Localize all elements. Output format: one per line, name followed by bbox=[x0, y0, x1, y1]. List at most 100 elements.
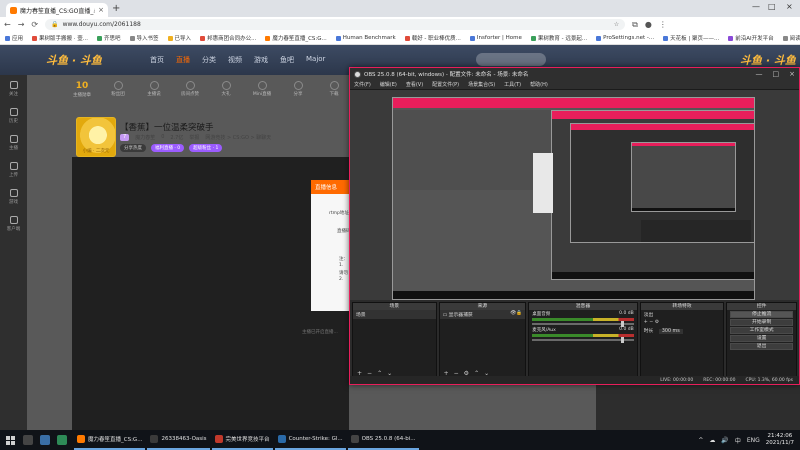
volume-slider[interactable] bbox=[532, 337, 634, 343]
room-tag[interactable]: 分享热度 bbox=[120, 144, 146, 152]
task-view-icon[interactable] bbox=[40, 435, 50, 445]
close-button[interactable]: × bbox=[786, 2, 793, 11]
nvidia-icon[interactable] bbox=[57, 435, 67, 445]
douyu-nav-item[interactable]: 首页 bbox=[150, 55, 164, 65]
bookmark-item[interactable]: ProSettings.net -... bbox=[596, 35, 654, 41]
streamer-name[interactable]: 魔力春笙 bbox=[135, 134, 155, 141]
bookmark-item[interactable]: 应用 bbox=[5, 34, 23, 42]
douyu-nav-item[interactable]: 直播 bbox=[176, 55, 190, 65]
room-tool[interactable]: 大礼 bbox=[214, 81, 238, 98]
bookmark-item[interactable]: 阅读列表 bbox=[782, 34, 800, 42]
bookmark-item[interactable]: 载好 - 职业棒优质... bbox=[404, 34, 461, 42]
forward-icon[interactable]: → bbox=[18, 20, 25, 29]
clock[interactable]: 21:42:06 2021/11/7 bbox=[766, 433, 794, 447]
search-icon[interactable] bbox=[23, 435, 33, 445]
sidebar-item[interactable]: 主播 bbox=[0, 129, 27, 156]
source-item[interactable]: ▭ 显示器捕获 👁🔒 bbox=[439, 310, 526, 319]
visibility-icon[interactable]: 👁🔒 bbox=[510, 311, 522, 316]
douyu-nav-item[interactable]: Major bbox=[306, 55, 325, 65]
room-tool[interactable]: 房间点赞 bbox=[178, 81, 202, 98]
obs-menu-item[interactable]: 查看(V) bbox=[406, 81, 423, 88]
obs-minimize-button[interactable]: — bbox=[756, 70, 763, 78]
bookmark-item[interactable]: 齐思吧 bbox=[97, 34, 121, 42]
room-tool[interactable]: Mini直播 bbox=[250, 81, 274, 98]
streamer-avatar[interactable]: 小编 · 二次元 bbox=[76, 117, 116, 157]
obs-menu-item[interactable]: 场景集合(S) bbox=[468, 81, 495, 88]
room-category[interactable]: 网游竞技 > CS:GO > 聊聊天 bbox=[205, 134, 271, 141]
bookmark-item[interactable]: Insforter | Home bbox=[469, 35, 522, 41]
video-player[interactable] bbox=[72, 157, 349, 430]
transition-type-select[interactable]: 淡出 bbox=[641, 310, 724, 319]
report-link[interactable]: 举报 bbox=[189, 134, 199, 141]
bookmark-item[interactable]: 前沿AI开发平台 bbox=[728, 34, 774, 42]
profile-icon[interactable]: ● bbox=[645, 20, 652, 29]
obs-maximize-button[interactable]: □ bbox=[773, 70, 780, 78]
tab-close-icon[interactable]: × bbox=[98, 6, 104, 14]
room-tool[interactable]: 粉丝团 bbox=[106, 81, 130, 98]
back-icon[interactable]: ← bbox=[4, 20, 11, 29]
stop-streaming-button[interactable]: 停止推流 bbox=[730, 311, 793, 318]
douyu-nav-item[interactable]: 分类 bbox=[202, 55, 216, 65]
duration-input[interactable]: 300 ms bbox=[658, 329, 683, 334]
sidebar-item[interactable]: 游戏 bbox=[0, 183, 27, 210]
add-transition-button[interactable]: + bbox=[644, 320, 648, 325]
windows-start-icon[interactable] bbox=[6, 435, 15, 445]
studio-mode-button[interactable]: 工作室模式 bbox=[730, 327, 793, 334]
start-recording-button[interactable]: 开始录制 bbox=[730, 319, 793, 326]
taskbar-app[interactable]: 完美世界竞技平台 bbox=[211, 430, 273, 450]
address-bar[interactable]: 🔒 www.douyu.com/2061188 ☆ bbox=[45, 19, 626, 30]
sidebar-item[interactable]: 客户端 bbox=[0, 210, 27, 237]
taskbar-app[interactable]: 26338463-Oasis bbox=[147, 430, 210, 450]
obs-menu-item[interactable]: 文件(F) bbox=[354, 81, 371, 88]
room-tool[interactable]: 下载 bbox=[322, 81, 346, 98]
bookmark-item[interactable]: 导入书签 bbox=[129, 34, 159, 42]
bookmark-item[interactable]: 邦惠商团合同办公... bbox=[200, 34, 256, 42]
bookmark-item[interactable]: 魔力春笙直播_CS:G... bbox=[265, 34, 327, 42]
room-tool[interactable]: 10 主播勋章 bbox=[70, 81, 94, 98]
douyu-nav-item[interactable]: 鱼吧 bbox=[280, 55, 294, 65]
sidebar-item[interactable]: 上传 bbox=[0, 156, 27, 183]
room-tool[interactable]: 分享 bbox=[286, 81, 310, 98]
obs-close-button[interactable]: × bbox=[789, 70, 795, 78]
language-indicator[interactable]: ENG bbox=[747, 437, 760, 444]
obs-menu-item[interactable]: 工具(T) bbox=[504, 81, 521, 88]
scene-item[interactable]: 场景 bbox=[353, 310, 436, 319]
bookmark-star-icon[interactable]: ☆ bbox=[614, 21, 619, 28]
bookmark-item[interactable]: Human Benchmark bbox=[335, 35, 396, 41]
browser-tab[interactable]: 魔力春笙直播_CS:GO直播_斗鱼 × bbox=[6, 3, 108, 17]
bookmark-item[interactable]: 果树版手搬搬 · 壹... bbox=[32, 34, 88, 42]
transition-settings-button[interactable]: ⚙ bbox=[655, 320, 659, 325]
exit-button[interactable]: 退出 bbox=[730, 343, 793, 350]
volume-icon[interactable]: 🔊 bbox=[721, 437, 728, 444]
obs-preview[interactable] bbox=[350, 90, 799, 300]
extensions-icon[interactable]: ⧉ bbox=[632, 20, 638, 30]
volume-slider[interactable] bbox=[532, 321, 634, 327]
taskbar-app[interactable]: Counter-Strike: Gl... bbox=[274, 430, 346, 450]
remove-transition-button[interactable]: − bbox=[649, 320, 653, 325]
minimize-button[interactable]: — bbox=[752, 2, 760, 11]
room-tag[interactable]: 超级粉丝 · 1 bbox=[189, 144, 223, 152]
room-tool[interactable]: 主播说 bbox=[142, 81, 166, 98]
obs-menu-item[interactable]: 编辑(E) bbox=[380, 81, 397, 88]
bookmark-item[interactable]: 已导入 bbox=[167, 34, 191, 42]
sidebar-item[interactable]: 历史 bbox=[0, 102, 27, 129]
bookmark-item[interactable]: 天花板 | 聚页——... bbox=[663, 34, 719, 42]
cloud-icon[interactable]: ☁ bbox=[709, 437, 715, 444]
menu-icon[interactable]: ⋮ bbox=[659, 20, 667, 29]
ime-icon[interactable]: 中 bbox=[735, 436, 741, 445]
room-tag[interactable]: 福利直播 · 0 bbox=[151, 144, 185, 152]
taskbar-app[interactable]: 魔力春笙直播_CS:G... bbox=[74, 430, 146, 450]
taskbar-app[interactable]: OBS 25.0.8 (64-bi... bbox=[347, 430, 419, 450]
douyu-logo[interactable]: 斗鱼 · 斗鱼 bbox=[46, 52, 102, 68]
obs-menu-item[interactable]: 配置文件(P) bbox=[432, 81, 459, 88]
douyu-nav-item[interactable]: 游戏 bbox=[254, 55, 268, 65]
reload-icon[interactable]: ⟳ bbox=[31, 20, 38, 29]
obs-menu-item[interactable]: 帮助(H) bbox=[530, 81, 548, 88]
douyu-nav-item[interactable]: 视频 bbox=[228, 55, 242, 65]
douyu-search-input[interactable] bbox=[476, 53, 546, 66]
tray-chevron-icon[interactable]: ^ bbox=[698, 437, 703, 444]
settings-button[interactable]: 设置 bbox=[730, 335, 793, 342]
bookmark-item[interactable]: 果树教育 - 远景起... bbox=[530, 34, 587, 42]
maximize-button[interactable]: □ bbox=[768, 2, 776, 11]
new-tab-button[interactable]: + bbox=[112, 3, 120, 14]
